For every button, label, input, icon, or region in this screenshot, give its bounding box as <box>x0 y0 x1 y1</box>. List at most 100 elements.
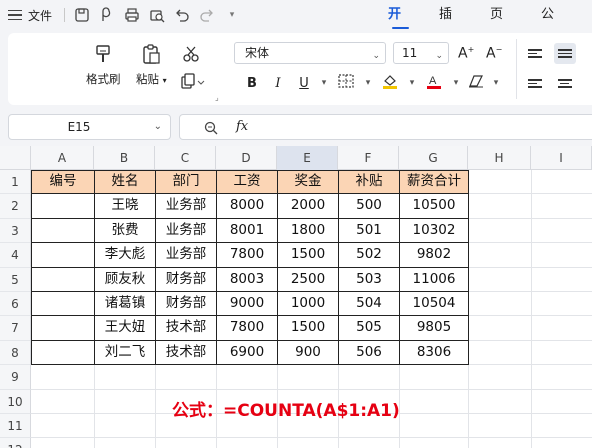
table-header-cell[interactable]: 姓名 <box>95 170 155 194</box>
print-icon[interactable] <box>123 6 141 24</box>
table-cell[interactable]: 李大彪 <box>95 243 155 266</box>
table-cell[interactable]: 张费 <box>95 219 155 242</box>
table-cell[interactable]: 顾友秋 <box>95 268 155 291</box>
column-header[interactable]: C <box>155 146 216 170</box>
menu-icon[interactable] <box>8 7 22 24</box>
table-cell[interactable]: 8001 <box>217 219 277 242</box>
font-name-select[interactable]: 宋体 ⌄ <box>234 42 386 64</box>
table-cell[interactable]: 503 <box>339 268 399 291</box>
table-cell[interactable] <box>32 243 94 266</box>
table-cell[interactable]: 业务部 <box>156 243 216 266</box>
paste-button[interactable]: 粘贴 ▾ <box>136 43 167 87</box>
increase-font-icon[interactable]: A+ <box>458 45 474 62</box>
row-header[interactable]: 5 <box>0 267 31 292</box>
underline-button[interactable]: U <box>292 76 316 91</box>
chevron-down-icon[interactable]: ⌄ <box>154 121 162 132</box>
zoom-icon[interactable] <box>204 120 218 139</box>
align-center-icon[interactable] <box>558 77 572 90</box>
chevron-down-icon[interactable]: ▾ <box>406 78 418 88</box>
table-cell[interactable]: 财务部 <box>156 292 216 315</box>
table-cell[interactable] <box>32 268 94 291</box>
table-cell[interactable]: 501 <box>339 219 399 242</box>
table-cell[interactable]: 1500 <box>278 243 338 266</box>
cut-icon[interactable] <box>182 45 200 67</box>
fx-icon[interactable]: fx <box>236 119 248 134</box>
table-cell[interactable]: 技术部 <box>156 341 216 364</box>
save-icon[interactable] <box>73 6 91 24</box>
column-header[interactable]: B <box>94 146 155 170</box>
table-cell[interactable]: 8003 <box>217 268 277 291</box>
table-cell[interactable]: 7800 <box>217 243 277 266</box>
column-header[interactable]: G <box>399 146 468 170</box>
column-header[interactable]: F <box>338 146 399 170</box>
table-cell[interactable]: 王大妞 <box>95 316 155 339</box>
table-cell[interactable] <box>32 194 94 217</box>
fill-color-icon[interactable] <box>376 73 404 93</box>
decrease-font-icon[interactable]: A− <box>486 45 502 62</box>
table-header-cell[interactable]: 补贴 <box>339 170 399 194</box>
row-header[interactable]: 2 <box>0 194 31 219</box>
font-size-select[interactable]: 11 ⌄ <box>393 42 449 64</box>
dialog-launcher-icon[interactable]: ⌟ <box>215 93 219 102</box>
table-cell[interactable]: 10302 <box>400 219 468 242</box>
table-cell[interactable]: 900 <box>278 341 338 364</box>
table-cell[interactable]: 1800 <box>278 219 338 242</box>
redo-icon[interactable] <box>198 6 216 24</box>
table-cell[interactable]: 505 <box>339 316 399 339</box>
table-cell[interactable]: 9802 <box>400 243 468 266</box>
clear-format-icon[interactable] <box>464 74 488 92</box>
table-header-cell[interactable]: 工资 <box>217 170 277 194</box>
tab-page[interactable]: 页面 <box>490 0 515 52</box>
chevron-down-icon[interactable]: ▾ <box>450 78 462 88</box>
table-cell[interactable]: 业务部 <box>156 219 216 242</box>
table-cell[interactable]: 1000 <box>278 292 338 315</box>
table-cell[interactable]: 技术部 <box>156 316 216 339</box>
column-header[interactable]: H <box>468 146 531 170</box>
border-icon[interactable] <box>332 74 360 92</box>
align-left-icon[interactable] <box>528 77 542 90</box>
chevron-down-icon[interactable]: ▾ <box>490 78 502 88</box>
table-cell[interactable]: 财务部 <box>156 268 216 291</box>
table-cell[interactable]: 2000 <box>278 194 338 217</box>
row-header[interactable]: 9 <box>0 365 31 390</box>
row-header[interactable]: 1 <box>0 170 31 195</box>
table-cell[interactable]: 10504 <box>400 292 468 315</box>
table-cell[interactable] <box>32 292 94 315</box>
name-box[interactable]: E15 ⌄ <box>8 114 171 140</box>
table-cell[interactable]: 2500 <box>278 268 338 291</box>
tab-home[interactable]: 开始 <box>388 0 413 52</box>
table-header-cell[interactable]: 部门 <box>156 170 216 194</box>
print-preview-icon[interactable] <box>148 6 166 24</box>
format-painter-button[interactable]: 格式刷 <box>86 43 121 87</box>
formula-bar[interactable]: fx <box>179 114 592 140</box>
row-header[interactable]: 7 <box>0 316 31 341</box>
row-header[interactable]: 3 <box>0 218 31 244</box>
table-cell[interactable]: 11006 <box>400 268 468 291</box>
table-cell[interactable]: 刘二飞 <box>95 341 155 364</box>
copy-icon[interactable] <box>180 73 206 95</box>
table-cell[interactable]: 8000 <box>217 194 277 217</box>
export-icon[interactable] <box>98 6 116 24</box>
file-menu[interactable]: 文件 <box>28 7 52 24</box>
bold-button[interactable]: B <box>240 76 264 91</box>
chevron-down-icon[interactable]: ▾ <box>362 78 374 88</box>
italic-button[interactable]: I <box>266 76 290 91</box>
table-cell[interactable]: 王晓 <box>95 194 155 217</box>
table-header-cell[interactable]: 薪资合计 <box>400 170 468 194</box>
chevron-down-icon[interactable]: ▾ <box>318 78 330 88</box>
table-cell[interactable] <box>32 341 94 364</box>
table-cell[interactable]: 8306 <box>400 341 468 364</box>
tab-formula[interactable]: 公式 <box>541 0 566 52</box>
table-cell[interactable]: 504 <box>339 292 399 315</box>
table-cell[interactable]: 502 <box>339 243 399 266</box>
table-cell[interactable] <box>32 316 94 339</box>
table-cell[interactable]: 500 <box>339 194 399 217</box>
table-cell[interactable]: 9000 <box>217 292 277 315</box>
table-cell[interactable]: 业务部 <box>156 194 216 217</box>
table-cell[interactable]: 1500 <box>278 316 338 339</box>
select-all-corner[interactable] <box>0 146 31 170</box>
undo-icon[interactable] <box>173 6 191 24</box>
align-top-icon[interactable] <box>528 47 542 60</box>
row-header[interactable]: 11 <box>0 414 31 439</box>
table-header-cell[interactable]: 编号 <box>32 170 94 194</box>
